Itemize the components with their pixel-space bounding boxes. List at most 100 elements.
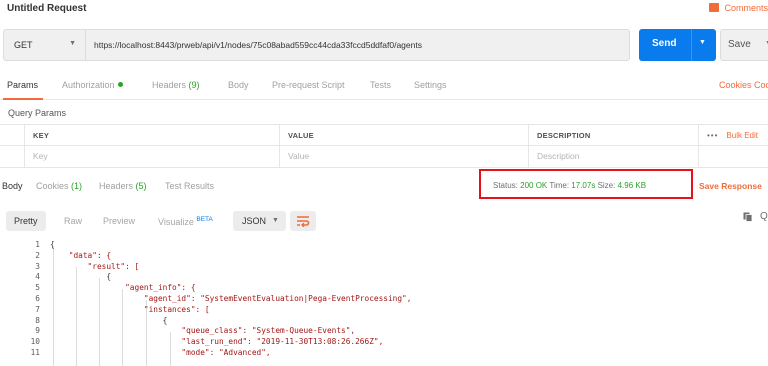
chevron-down-icon: ▼: [69, 40, 76, 47]
line-number: 2: [35, 250, 40, 260]
description-placeholder: Description: [537, 151, 580, 161]
tab-pre-request-script[interactable]: Pre-request Script: [272, 80, 345, 90]
send-options-chevron-icon[interactable]: ▼: [699, 39, 706, 46]
wrap-lines-button[interactable]: [290, 211, 316, 231]
line-number: 8: [35, 315, 40, 325]
visualize-label: Visualize: [158, 217, 194, 227]
line-content: "last_run_end": "2019-11-30T13:08:26.266…: [50, 337, 384, 347]
send-label: Send: [652, 38, 677, 49]
beta-badge: BETA: [196, 216, 213, 223]
tab-authorization-label: Authorization: [62, 80, 115, 90]
method-select[interactable]: GET ▼: [3, 29, 85, 61]
line-number: 10: [30, 337, 40, 347]
code-line: 6 "agent_id": "SystemEventEvaluation|Peg…: [0, 294, 768, 305]
line-number: 4: [35, 272, 40, 282]
value-header: VALUE: [279, 125, 528, 147]
code-link[interactable]: Code: [754, 80, 768, 90]
response-status-highlight: Status: 200 OK Time: 17.07s Size: 4.96 K…: [479, 169, 693, 199]
line-content: "agent_info": {: [50, 283, 196, 293]
chevron-down-icon: ▼: [272, 217, 279, 224]
response-view-bar: Pretty Raw Preview Visualize BETA JSON ▼: [0, 205, 768, 237]
comments-link[interactable]: Comments: [709, 3, 768, 13]
query-params-table: KEY VALUE DESCRIPTION ••• Bulk Edit Key V…: [0, 124, 768, 168]
copy-icon[interactable]: [743, 212, 753, 222]
url-value: https://localhost:8443/prweb/api/v1/node…: [94, 40, 422, 50]
title-bar: Untitled Request Comments: [0, 0, 768, 20]
code-line: 10 "last_run_end": "2019-11-30T13:08:26.…: [0, 337, 768, 348]
key-placeholder: Key: [33, 151, 48, 161]
url-bar: GET ▼ https://localhost:8443/prweb/api/v…: [0, 29, 768, 61]
comment-icon: [709, 3, 720, 12]
line-content: "mode": "Advanced",: [50, 348, 271, 357]
tab-body[interactable]: Body: [228, 80, 249, 90]
line-number: 9: [35, 326, 40, 336]
more-options-icon[interactable]: •••: [707, 131, 718, 140]
bulk-edit-link[interactable]: Bulk Edit: [726, 131, 758, 140]
code-line: 11 "mode": "Advanced",: [0, 348, 768, 359]
line-content: "queue_class": "System-Queue-Events",: [50, 326, 356, 336]
key-header: KEY: [24, 125, 279, 147]
active-tab-indicator: [3, 98, 43, 100]
tab-headers[interactable]: Headers (9): [152, 80, 200, 90]
save-button[interactable]: Save ▼: [720, 29, 768, 61]
response-body-code[interactable]: 1 { 2 "data": { 3 "result": [ 4 { 5 "agen…: [0, 238, 768, 366]
code-line: 4 {: [0, 272, 768, 283]
pretty-label: Pretty: [14, 216, 38, 226]
size-label: Size:: [597, 181, 616, 190]
tab-authorization[interactable]: Authorization: [62, 80, 123, 90]
raw-button[interactable]: Raw: [64, 216, 82, 226]
code-line: 2 "data": {: [0, 251, 768, 262]
tab-test-results[interactable]: Test Results: [165, 181, 214, 191]
tab-response-headers-count: (5): [135, 181, 147, 191]
value-input[interactable]: Value: [279, 146, 528, 168]
line-content: {: [50, 240, 55, 249]
key-input[interactable]: Key: [24, 146, 279, 168]
line-number: 6: [35, 294, 40, 303]
pretty-button[interactable]: Pretty: [6, 211, 46, 231]
tab-response-cookies-count: (1): [71, 181, 83, 191]
line-number: 1: [35, 240, 40, 249]
description-header-label: DESCRIPTION: [537, 131, 591, 140]
save-response-button[interactable]: Save Response: [699, 181, 762, 191]
search-icon[interactable]: Q: [760, 211, 768, 222]
visualize-button[interactable]: Visualize BETA: [158, 216, 213, 227]
line-content: "agent_id": "SystemEventEvaluation|Pega-…: [50, 294, 412, 303]
request-title[interactable]: Untitled Request: [7, 3, 86, 14]
tab-headers-count: (9): [188, 80, 200, 90]
tab-response-cookies-label: Cookies: [36, 181, 69, 191]
tab-tests[interactable]: Tests: [370, 80, 391, 90]
response-status: Status: 200 OK Time: 17.07s Size: 4.96 K…: [493, 181, 646, 190]
value-header-label: VALUE: [288, 131, 314, 140]
empty-tools-cell: [698, 146, 768, 168]
send-button[interactable]: Send ▼: [639, 29, 716, 61]
format-select[interactable]: JSON ▼: [233, 211, 286, 231]
comments-label: Comments: [724, 3, 768, 13]
time-label: Time:: [549, 181, 570, 190]
code-line: 8 {: [0, 316, 768, 327]
preview-button[interactable]: Preview: [103, 216, 135, 226]
url-input[interactable]: https://localhost:8443/prweb/api/v1/node…: [85, 29, 630, 61]
line-number: 5: [35, 283, 40, 293]
description-input[interactable]: Description: [528, 146, 698, 168]
cookies-link[interactable]: Cookies: [719, 80, 752, 90]
tab-params[interactable]: Params: [7, 80, 38, 90]
line-number: 11: [30, 348, 40, 357]
time-value: 17.07s: [571, 181, 596, 190]
tab-response-body[interactable]: Body: [2, 181, 23, 191]
code-line: 5 "agent_info": {: [0, 283, 768, 294]
format-value: JSON: [242, 216, 267, 226]
table-tools: ••• Bulk Edit: [698, 125, 768, 147]
line-number: 7: [35, 304, 40, 314]
request-tabs: Params Authorization Headers (9) Body Pr…: [0, 74, 768, 100]
tab-response-headers-label: Headers: [99, 181, 134, 191]
tab-headers-label: Headers: [152, 80, 187, 90]
key-header-label: KEY: [33, 131, 50, 140]
tab-settings[interactable]: Settings: [414, 80, 447, 90]
description-header: DESCRIPTION: [528, 125, 698, 147]
code-line: 3 "result": [: [0, 262, 768, 273]
table-tools-group: ••• Bulk Edit: [707, 131, 758, 140]
tab-response-cookies[interactable]: Cookies (1): [36, 181, 82, 191]
status-value: 200 OK: [520, 181, 548, 190]
line-content: "data": {: [50, 250, 112, 260]
tab-response-headers[interactable]: Headers (5): [99, 181, 147, 191]
